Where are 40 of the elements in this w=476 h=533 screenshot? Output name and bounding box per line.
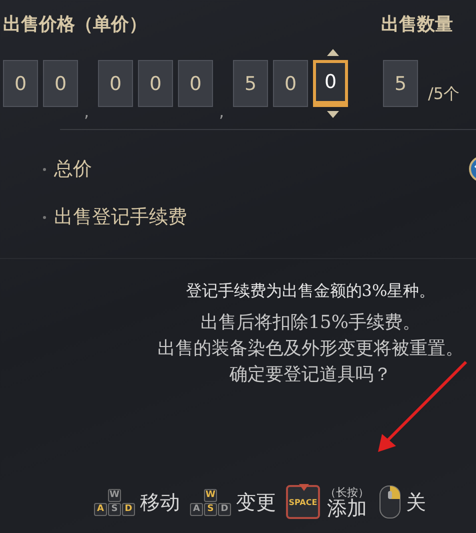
key-cap: S	[204, 502, 217, 516]
digit-input[interactable]: 0	[3, 60, 38, 107]
digit-input[interactable]: 0	[98, 60, 133, 107]
digit-input[interactable]: 5	[233, 60, 268, 107]
bullet-dot	[43, 216, 46, 218]
section-title: 出售数量	[381, 13, 453, 37]
message-line: 确定要登记道具吗？	[230, 363, 392, 386]
up-arrow-icon[interactable]	[326, 48, 340, 58]
digit-input[interactable]: 0	[43, 60, 78, 107]
quantity-input[interactable]: 5	[383, 60, 418, 107]
space-key[interactable]: SPACE	[286, 485, 320, 519]
digit-input[interactable]: 0	[313, 60, 348, 107]
key-cap: D	[218, 502, 231, 516]
message-line: 出售后将扣除15%手续费。	[200, 311, 420, 334]
hint-label: 移动	[140, 488, 180, 516]
message-line: 出售的装备染色及外形变更将被重置。	[158, 337, 464, 360]
quantity-max: /5个	[428, 84, 460, 105]
message-line: 登记手续费为出售金额的3%星种。	[186, 281, 436, 302]
hint-label: 关	[406, 488, 426, 516]
digit-input[interactable]: 0	[273, 60, 308, 107]
key-cap: W	[108, 488, 121, 502]
key-cap: W	[204, 488, 217, 502]
hint-label: 添加	[327, 498, 367, 518]
summary-label: 总价	[54, 157, 93, 182]
summary-label: 出售登记手续费	[54, 205, 188, 230]
mouse-icon	[379, 485, 401, 519]
key-cap: A	[94, 502, 107, 516]
separator-mark: ,	[219, 102, 226, 121]
pointer-icon	[299, 484, 309, 491]
bullet-dot	[43, 168, 46, 170]
digit-input[interactable]: 0	[178, 60, 213, 107]
key-cap: D	[122, 502, 135, 516]
section-title: 出售价格（单价）	[3, 13, 148, 37]
down-arrow-icon[interactable]	[326, 109, 340, 119]
hint-note: （长按）	[325, 486, 369, 498]
key-cap: A	[190, 502, 203, 516]
hint-label: 变更	[236, 488, 276, 516]
separator-mark: ,	[84, 102, 90, 121]
key-cap: S	[108, 502, 121, 516]
digit-input[interactable]: 0	[138, 60, 173, 107]
